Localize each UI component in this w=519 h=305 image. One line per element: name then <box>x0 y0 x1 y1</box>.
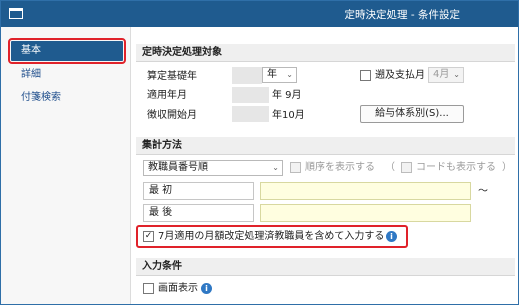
applied-year-input[interactable] <box>232 87 269 103</box>
retro-month-checkbox[interactable] <box>360 70 371 81</box>
collection-start-label: 徴収開始月 <box>147 110 197 121</box>
show-code-checkbox[interactable] <box>401 162 412 173</box>
title-bar: 定時決定処理 - 条件設定 <box>1 1 518 27</box>
paren-open: （ <box>385 162 395 173</box>
collection-month-value: 年10月 <box>272 110 305 121</box>
salary-system-button[interactable]: 給与体系別(S)... <box>360 105 464 123</box>
applied-month-label: 適用年月 <box>147 90 187 101</box>
section-heading-input: 入力条件 <box>136 258 515 276</box>
retro-month-label: 遡及支払月 <box>375 70 425 81</box>
info-icon[interactable]: i <box>386 231 397 242</box>
sidebar-item-sticky-search[interactable]: 付箋検索 <box>11 88 123 108</box>
show-code-label: コードも表示する <box>416 162 496 173</box>
retro-month-select[interactable]: 4月 ⌄ <box>428 67 464 83</box>
section-heading-aggregation: 集計方法 <box>136 137 515 155</box>
chevron-down-icon: ⌄ <box>453 70 460 79</box>
sidebar-item-detail[interactable]: 詳細 <box>11 65 123 85</box>
sidebar-item-basic[interactable]: 基本 <box>8 38 126 64</box>
range-last-label: 最 後 <box>143 204 254 222</box>
info-icon[interactable]: i <box>201 283 212 294</box>
chevron-down-icon: ⌄ <box>272 163 279 172</box>
include-july-label: 7月適用の月額改定処理済教職員を含めて入力する <box>158 231 385 242</box>
window-title: 定時決定処理 - 条件設定 <box>344 9 460 21</box>
main-content: 定時決定処理対象 算定基礎年 年 ⌄ 遡及支払月 4月 ⌄ 適用年月 年 9月 徴収… <box>133 27 518 304</box>
range-last-input[interactable] <box>260 204 471 222</box>
include-july-checkbox[interactable]: ✓ <box>143 231 154 242</box>
paren-close: ） <box>502 162 512 173</box>
base-year-input[interactable] <box>232 67 262 84</box>
app-window: 定時決定処理 - 条件設定 基本 詳細 付箋検索 定時決定処理対象 算定基礎年 … <box>0 0 519 305</box>
base-year-unit-select[interactable]: 年 ⌄ <box>262 67 297 83</box>
applied-month-value: 年 9月 <box>272 90 302 101</box>
show-order-checkbox[interactable] <box>290 162 301 173</box>
range-first-input[interactable] <box>260 182 471 200</box>
chevron-down-icon: ⌄ <box>286 70 293 79</box>
section-heading-target: 定時決定処理対象 <box>136 44 515 62</box>
collection-year-input[interactable] <box>232 106 269 122</box>
show-order-label: 順序を表示する <box>305 162 375 173</box>
screen-display-label: 画面表示 <box>158 283 198 294</box>
range-tilde: ～ <box>478 186 488 197</box>
window-icon <box>9 8 23 19</box>
base-year-label: 算定基礎年 <box>147 71 197 82</box>
range-first-label: 最 初 <box>143 182 254 200</box>
sidebar: 基本 詳細 付箋検索 <box>1 27 131 304</box>
screen-display-checkbox[interactable] <box>143 283 154 294</box>
aggregation-order-select[interactable]: 教職員番号順 ⌄ <box>143 160 283 176</box>
